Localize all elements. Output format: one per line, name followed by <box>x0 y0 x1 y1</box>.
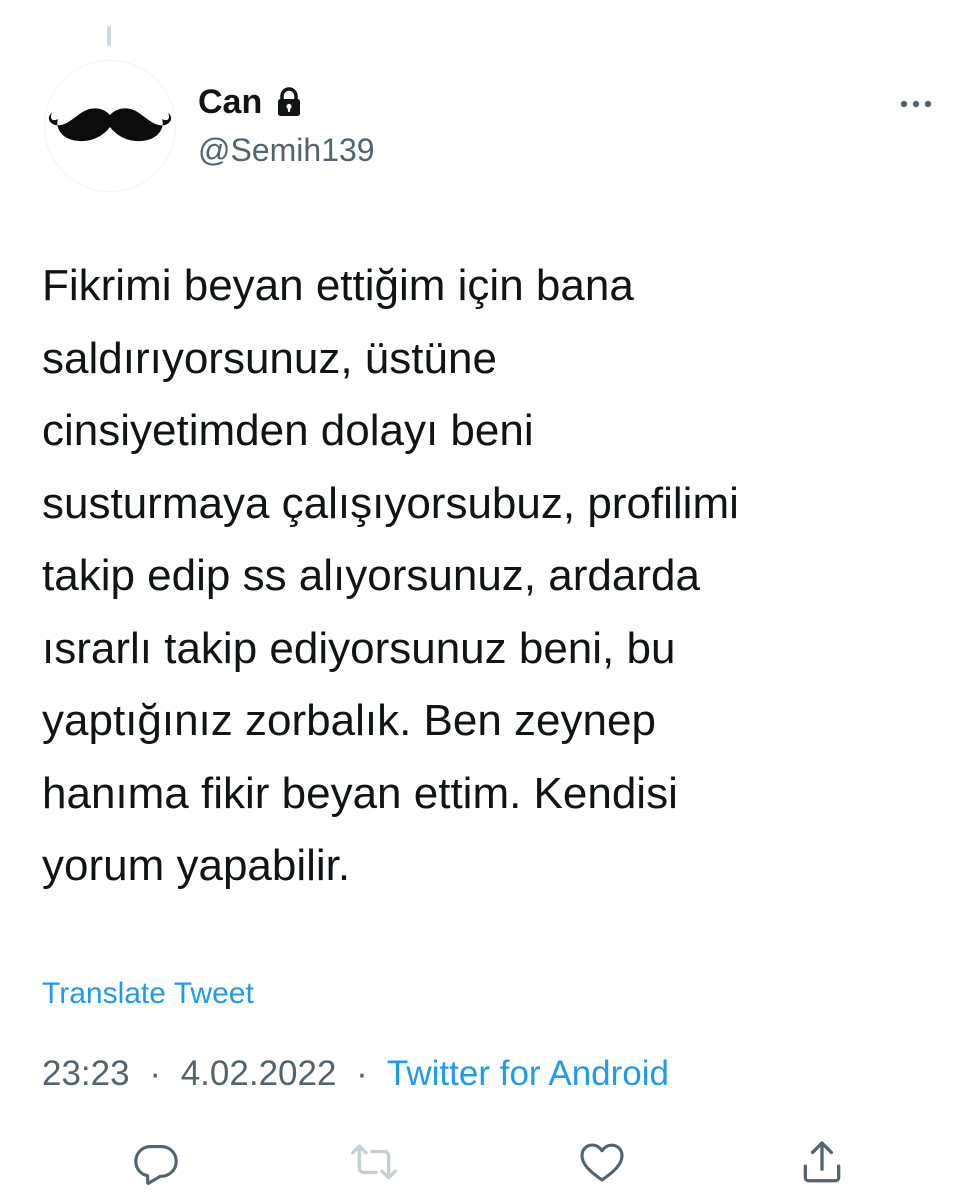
reply-icon <box>134 1145 178 1185</box>
mustache-icon <box>48 108 172 142</box>
tweet-time[interactable]: 23:23 <box>42 1054 130 1093</box>
lock-icon <box>278 87 301 116</box>
meta-separator: · <box>356 1054 368 1093</box>
display-name[interactable]: Can <box>198 82 262 122</box>
retweet-button[interactable] <box>342 1130 406 1194</box>
more-horizontal-icon <box>900 100 932 108</box>
avatar[interactable] <box>44 60 176 192</box>
more-options-button[interactable] <box>888 88 944 120</box>
share-icon <box>803 1141 841 1183</box>
translate-tweet-link[interactable]: Translate Tweet <box>42 974 254 1014</box>
like-button[interactable] <box>570 1130 634 1194</box>
meta-separator: · <box>149 1054 161 1093</box>
tweet-metadata: 23:23 · 4.02.2022 · Twitter for Android <box>42 1052 669 1096</box>
share-button[interactable] <box>790 1130 854 1194</box>
tweet-text: Fikrimi beyan ettiğim için bana saldırıy… <box>42 261 739 890</box>
tweet-source-link[interactable]: Twitter for Android <box>387 1054 669 1093</box>
reply-button[interactable] <box>124 1130 188 1194</box>
retweet-icon <box>351 1144 397 1180</box>
tweet-date[interactable]: 4.02.2022 <box>181 1054 337 1093</box>
thread-connector-line <box>107 26 111 46</box>
tweet-action-bar <box>0 1130 980 1194</box>
heart-icon <box>580 1143 624 1182</box>
display-name-row[interactable]: Can <box>198 82 304 122</box>
user-handle[interactable]: @Semih139 <box>198 130 375 170</box>
